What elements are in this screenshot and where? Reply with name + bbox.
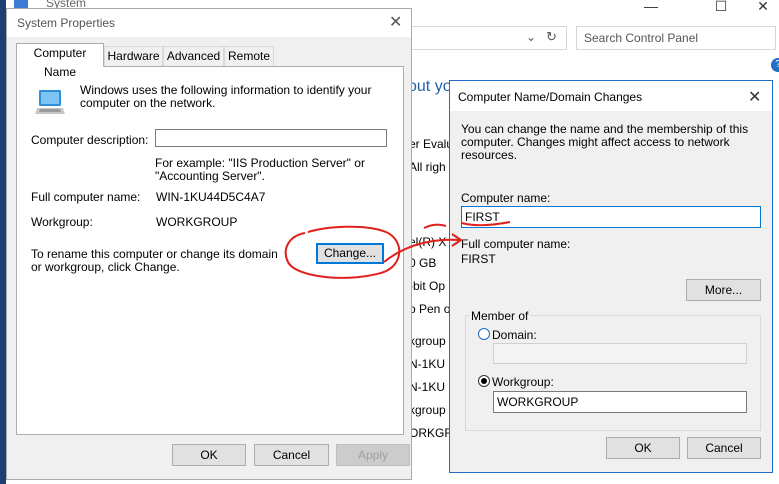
background-heading-fragment: out yo [408,78,452,95]
apply-button[interactable]: Apply [336,444,410,466]
workgroup-input[interactable]: WORKGROUP [493,391,747,413]
background-text-fragment: -bit Op [409,279,446,293]
workgroup-label: Workgroup: [31,215,93,229]
domain-label[interactable]: Domain: [492,328,537,342]
cancel-button[interactable]: Cancel [687,437,761,459]
background-text-fragment: o Pen o [409,302,451,316]
system-properties-dialog: System Properties ✕ Computer Name Hardwa… [6,8,412,480]
ok-button[interactable]: OK [606,437,680,459]
background-text-fragment: All righ [409,160,446,174]
close-icon[interactable]: ✕ [389,12,402,32]
workgroup-radio[interactable] [478,375,490,387]
workgroup-value: WORKGROUP [156,215,238,229]
computer-icon [35,90,65,114]
full-computer-name-value: FIRST [461,252,496,266]
close-icon[interactable]: ✕ [740,0,779,20]
system-app-icon [14,0,28,8]
background-text-fragment: kgroup [409,334,446,348]
search-placeholder: Search Control Panel [584,31,699,45]
full-computer-name-label: Full computer name: [461,237,571,251]
help-icon[interactable]: ? [771,58,779,72]
computer-name-panel: Windows uses the following information t… [16,66,404,435]
intro-text: Windows uses the following information t… [80,83,372,110]
more-button[interactable]: More... [686,279,761,301]
tab-computer-name[interactable]: Computer Name [16,43,104,79]
tab-advanced[interactable]: Advanced [163,46,224,66]
computer-name-input[interactable]: FIRST [461,206,761,228]
rename-instructions: To rename this computer or change its do… [31,247,278,274]
background-text-fragment: ORKGR [409,426,454,440]
minimize-icon[interactable]: — [628,0,674,20]
background-text-fragment: N-1KU [409,380,446,394]
background-text-fragment: 0 GB [409,256,437,270]
dialog-title: System Properties [17,16,116,30]
change-button[interactable]: Change... [316,243,384,264]
arrow-tick-annotation [423,223,447,229]
background-text-fragment: er Evalu [409,137,454,151]
ok-button[interactable]: OK [172,444,246,466]
domain-input[interactable] [493,343,747,364]
full-computer-name-value: WIN-1KU44D5C4A7 [156,190,266,204]
domain-changes-dialog: Computer Name/Domain Changes ✕ You can c… [449,80,773,473]
domain-radio[interactable] [478,328,490,340]
computer-description-input[interactable] [155,129,387,147]
full-computer-name-label: Full computer name: [31,190,141,204]
tab-hardware[interactable]: Hardware [104,46,163,66]
maximize-icon[interactable]: ☐ [698,0,744,20]
workgroup-label[interactable]: Workgroup: [492,375,554,389]
background-text-fragment: kgroup [409,403,446,417]
refresh-icon[interactable]: ↻ [546,29,557,45]
background-text-fragment: el(R) X [409,235,447,249]
cancel-button[interactable]: Cancel [254,444,329,466]
example-text: For example: "IIS Production Server" or … [155,156,365,183]
background-text-fragment: N-1KU [409,357,446,371]
chevron-down-icon[interactable]: ⌄ [526,30,536,44]
close-icon[interactable]: ✕ [748,87,761,107]
computer-description-label: Computer description: [31,133,149,147]
computer-name-label: Computer name: [461,191,551,205]
tab-remote[interactable]: Remote [224,46,274,66]
address-bar[interactable] [405,26,567,50]
member-of-label: Member of [469,309,531,323]
dialog-title: Computer Name/Domain Changes [458,90,643,104]
intro-text: You can change the name and the membersh… [461,122,749,162]
